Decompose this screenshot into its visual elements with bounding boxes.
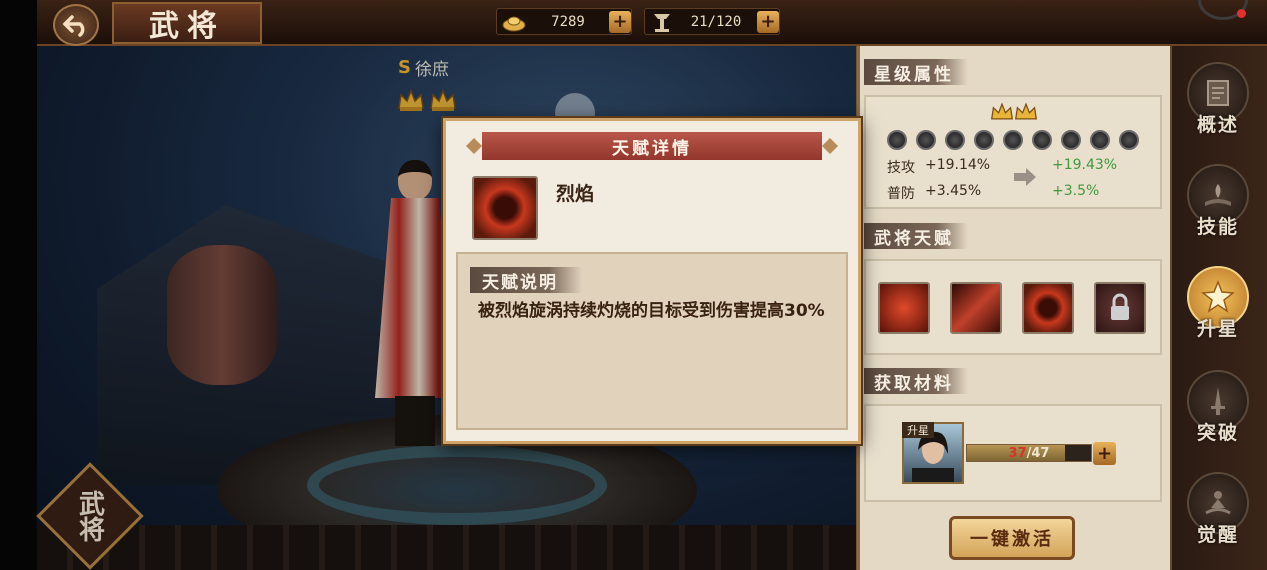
nav-star-up[interactable]: 升星: [1184, 266, 1252, 346]
add-gold-button[interactable]: +: [609, 10, 631, 33]
material-title: 获取材料: [864, 368, 968, 394]
locked-talent-icon[interactable]: [1094, 282, 1146, 334]
arrow-right-icon: [1014, 168, 1036, 186]
page-title-plate: 武将: [112, 2, 262, 44]
crown-icon: [990, 102, 1014, 120]
talent-description-title: 天赋说明: [470, 267, 582, 293]
stamina-counter: 21/120 +: [644, 8, 780, 35]
nav-label: 觉醒: [1196, 524, 1239, 546]
crown-icon: [1014, 102, 1038, 120]
nav-skill[interactable]: 技能: [1184, 164, 1252, 244]
star-progress-dots: [887, 130, 1139, 150]
dialog-title: 天赋详情: [482, 132, 822, 160]
gold-value: 7289: [551, 13, 585, 30]
star-dot: [887, 130, 907, 150]
stat-current: +19.14%: [925, 157, 991, 173]
talent-name: 烈焰: [556, 183, 595, 205]
star-dot: [1032, 130, 1052, 150]
talent-description-text: 被烈焰旋涡持续灼烧的目标受到伤害提高30%: [478, 301, 825, 321]
nav-awaken[interactable]: 觉醒: [1184, 472, 1252, 552]
star-dot: [1003, 130, 1023, 150]
one-click-activate-button[interactable]: 一键激活: [949, 516, 1075, 560]
stamina-flag-icon: [654, 13, 670, 32]
nav-overview[interactable]: 概述: [1184, 62, 1252, 142]
star-dot: [916, 130, 936, 150]
notification-dot: [1237, 9, 1246, 18]
stat-row: 普防 +3.45%: [887, 183, 1005, 203]
back-arrow-icon: [62, 15, 85, 37]
stat-next: +19.43%: [1052, 157, 1118, 173]
star-dot: [1090, 130, 1110, 150]
stat-row: 技攻 +19.14%: [887, 157, 1005, 177]
material-max: /47: [1026, 445, 1050, 461]
blade-talent-icon[interactable]: [950, 282, 1002, 334]
page-title: 武将: [149, 9, 225, 44]
star-attr-title: 星级属性: [864, 59, 968, 85]
star-crowns: [990, 101, 1038, 123]
gold-ingot-icon: [502, 16, 526, 31]
back-button[interactable]: [53, 4, 99, 46]
material-progress-text: 37 /47: [967, 445, 1091, 461]
nav-label: 概述: [1196, 114, 1239, 136]
nav-breakthrough[interactable]: 突破: [1184, 370, 1252, 450]
star-dot: [1119, 130, 1139, 150]
stat-current: +3.45%: [925, 183, 982, 199]
nav-label: 升星: [1196, 318, 1239, 340]
star-dot: [1061, 130, 1081, 150]
flame-talent-icon: [472, 176, 538, 240]
material-current: 37: [1008, 445, 1027, 461]
stamina-value: 21/120: [690, 13, 742, 30]
nav-label: 突破: [1196, 422, 1239, 444]
add-material-button[interactable]: +: [1093, 442, 1116, 465]
hero-talent-title: 武将天赋: [864, 223, 968, 249]
lock-icon: [1111, 293, 1129, 320]
gold-counter: 7289 +: [496, 8, 632, 35]
star-dot: [974, 130, 994, 150]
stat-name: 技攻: [887, 160, 915, 176]
game-screen: S 徐庶 武将 武将 7289 + 21/120 + 星级属性 技攻 +19.1…: [0, 0, 1267, 570]
screen-edge: [0, 0, 37, 570]
stat-name: 普防: [887, 186, 915, 202]
material-progress-bar: 37 /47: [966, 444, 1092, 462]
nav-label: 技能: [1196, 216, 1239, 238]
flame-swirl-talent-icon[interactable]: [878, 282, 930, 334]
add-stamina-button[interactable]: +: [757, 10, 779, 33]
flame-talent-icon[interactable]: [1022, 282, 1074, 334]
stat-next: +3.5%: [1052, 183, 1100, 199]
star-dot: [945, 130, 965, 150]
star-up-tag: 升星: [902, 422, 934, 438]
